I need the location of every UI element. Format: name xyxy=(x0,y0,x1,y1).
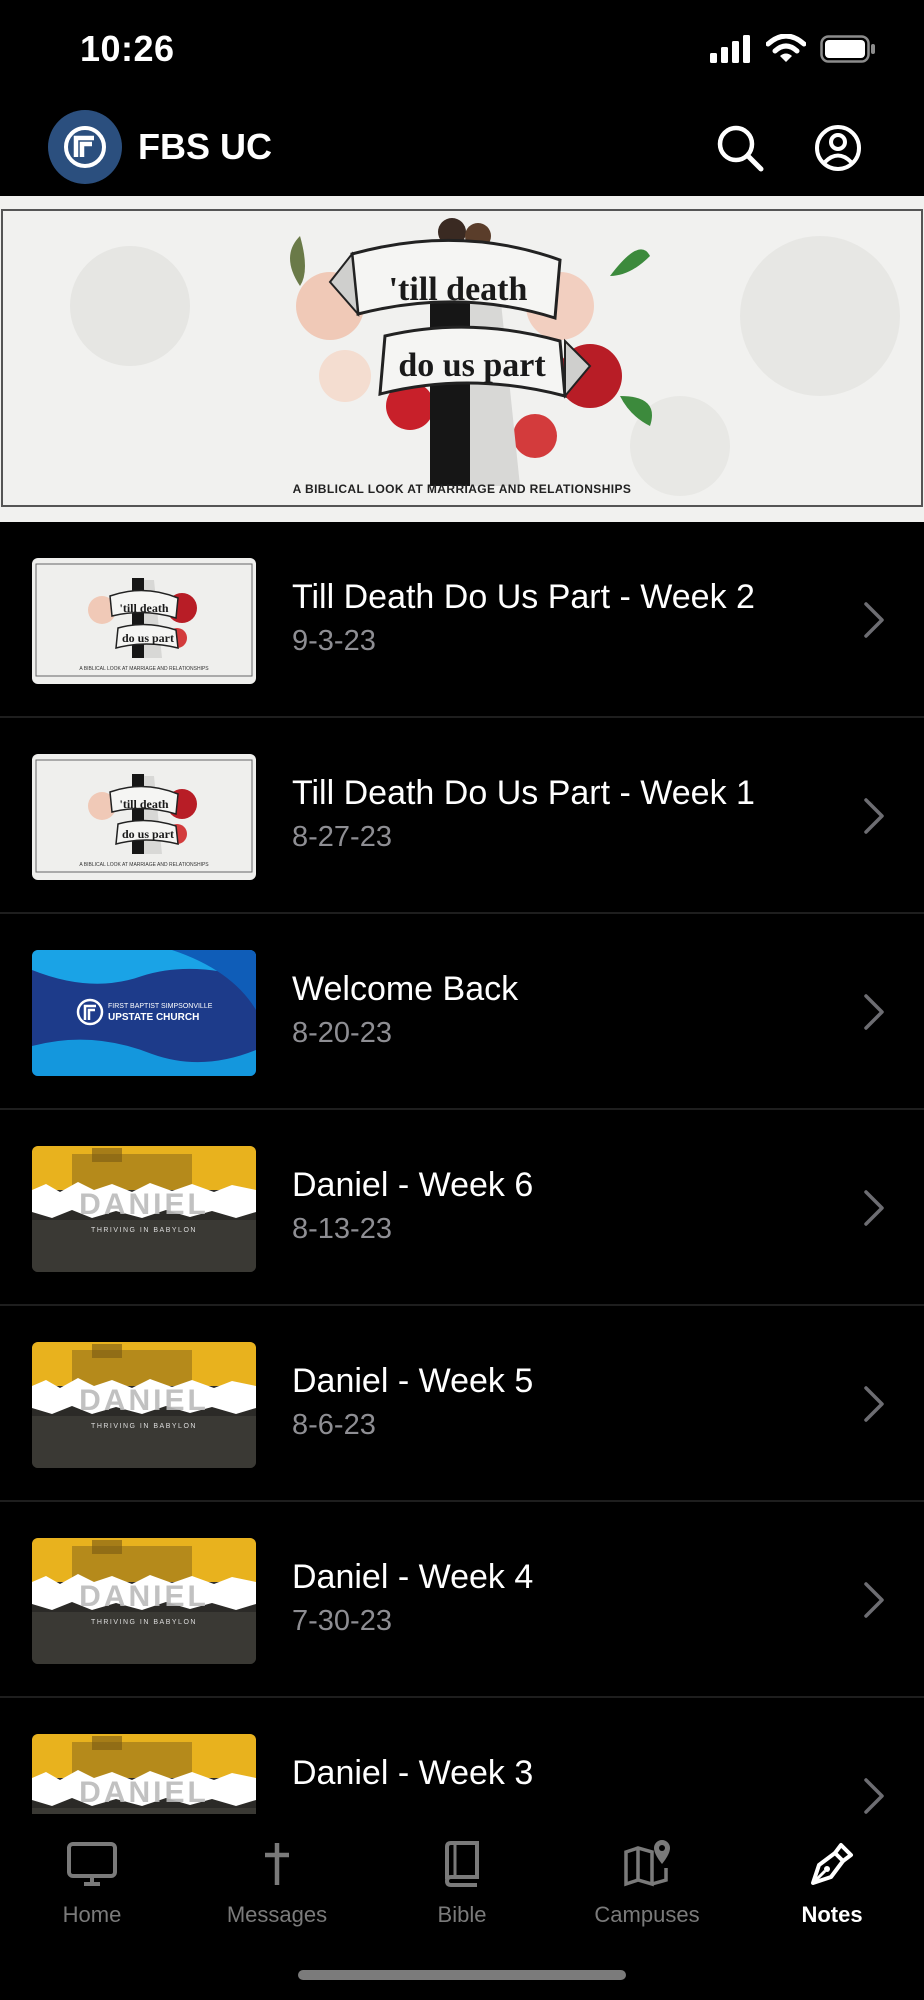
thumb-daniel-title: DANIEL xyxy=(79,1188,209,1221)
map-icon xyxy=(624,1840,670,1887)
chevron-right-icon xyxy=(864,1190,884,1226)
thumb-daniel-title: DANIEL xyxy=(79,1776,209,1809)
chevron-right-icon xyxy=(864,994,884,1030)
tab-home[interactable]: Home xyxy=(0,1834,184,1954)
tab-bar: Home Messages Bible Campuses Notes xyxy=(0,1814,924,2000)
thumb-welcome-line1: FIRST BAPTIST SIMPSONVILLE xyxy=(108,1003,213,1010)
chevron-right-icon xyxy=(864,1778,884,1814)
message-list-item[interactable]: 'till death do us part A BIBLICAL LOOK A… xyxy=(0,718,924,914)
message-list-item[interactable]: 'till death do us part A BIBLICAL LOOK A… xyxy=(0,522,924,718)
hero-title-line1: 'till death xyxy=(389,271,528,308)
message-thumbnail: 'till death do us part A BIBLICAL LOOK A… xyxy=(32,558,256,684)
thumb-welcome-line2: UPSTATE CHURCH xyxy=(108,1012,199,1023)
status-bar: 10:26 xyxy=(0,0,924,100)
pen-icon xyxy=(811,1843,853,1885)
thumb-title-line2: do us part xyxy=(122,827,174,841)
message-date: 8-6-23 xyxy=(292,1409,376,1441)
message-thumbnail: DANIEL THRIVING IN BABYLON xyxy=(32,1734,256,1814)
message-title: Daniel - Week 6 xyxy=(292,1166,534,1204)
thumb-daniel-subtitle: THRIVING IN BABYLON xyxy=(91,1423,197,1430)
search-button[interactable] xyxy=(712,120,768,176)
tab-label-messages: Messages xyxy=(226,1902,328,1927)
message-thumbnail: DANIEL THRIVING IN BABYLON xyxy=(32,1146,256,1272)
message-title: Daniel - Week 3 xyxy=(292,1754,534,1792)
message-title: Till Death Do Us Part - Week 2 xyxy=(292,578,755,616)
message-date: 8-20-23 xyxy=(292,1017,392,1049)
message-date: 7-30-23 xyxy=(292,1605,392,1637)
message-title: Daniel - Week 4 xyxy=(292,1558,534,1596)
message-list-item[interactable]: DANIEL THRIVING IN BABYLON Daniel - Week… xyxy=(0,1698,924,1814)
tab-bible[interactable]: Bible xyxy=(370,1834,554,1954)
wifi-icon xyxy=(766,34,806,62)
message-thumbnail: FIRST BAPTIST SIMPSONVILLE UPSTATE CHURC… xyxy=(32,950,256,1076)
thumb-daniel-title: DANIEL xyxy=(79,1580,209,1613)
tab-label-home: Home xyxy=(62,1902,122,1927)
message-title: Daniel - Week 5 xyxy=(292,1362,534,1400)
thumb-caption: A BIBLICAL LOOK AT MARRIAGE AND RELATION… xyxy=(79,666,209,672)
book-icon xyxy=(444,1841,479,1887)
thumb-caption: A BIBLICAL LOOK AT MARRIAGE AND RELATION… xyxy=(79,862,209,868)
thumb-title-line1: 'till death xyxy=(119,797,168,811)
message-date: 8-27-23 xyxy=(292,821,392,853)
battery-icon xyxy=(820,35,875,63)
tab-campuses[interactable]: Campuses xyxy=(555,1834,739,1954)
thumb-daniel-title: DANIEL xyxy=(79,1384,209,1417)
message-thumbnail: DANIEL THRIVING IN BABYLON xyxy=(32,1342,256,1468)
tab-label-campuses: Campuses xyxy=(594,1902,700,1927)
profile-button[interactable] xyxy=(810,120,866,176)
chevron-right-icon xyxy=(864,1582,884,1618)
search-icon xyxy=(717,125,764,172)
tab-messages[interactable]: Messages xyxy=(185,1834,369,1954)
message-list-item[interactable]: FIRST BAPTIST SIMPSONVILLE UPSTATE CHURC… xyxy=(0,914,924,1110)
thumb-title-line1: 'till death xyxy=(119,601,168,615)
message-thumbnail: 'till death do us part A BIBLICAL LOOK A… xyxy=(32,754,256,880)
message-title: Welcome Back xyxy=(292,970,519,1008)
thumb-daniel-subtitle: THRIVING IN BABYLON xyxy=(91,1227,197,1234)
message-date: 8-13-23 xyxy=(292,1213,392,1245)
thumb-daniel-subtitle: THRIVING IN BABYLON xyxy=(91,1619,197,1626)
thumb-title-line2: do us part xyxy=(122,631,174,645)
home-indicator xyxy=(298,1970,626,1980)
chevron-right-icon xyxy=(864,798,884,834)
app-title: FBS UC xyxy=(138,126,272,167)
signal-icon xyxy=(710,35,750,63)
hero-artwork: 'till death do us part xyxy=(1,209,923,507)
chevron-right-icon xyxy=(864,1386,884,1422)
status-icons xyxy=(710,34,876,64)
message-date: 9-3-23 xyxy=(292,625,376,657)
logo-icon[interactable] xyxy=(48,110,122,184)
message-list[interactable]: 'till death do us part A BIBLICAL LOOK A… xyxy=(0,522,924,1814)
chevron-right-icon xyxy=(864,602,884,638)
app-header: FBS UC xyxy=(0,100,924,196)
profile-icon xyxy=(815,125,861,171)
message-list-item[interactable]: DANIEL THRIVING IN BABYLON Daniel - Week… xyxy=(0,1110,924,1306)
tab-label-bible: Bible xyxy=(437,1902,487,1927)
message-list-item[interactable]: DANIEL THRIVING IN BABYLON Daniel - Week… xyxy=(0,1306,924,1502)
hero-title-line2: do us part xyxy=(398,347,546,384)
message-thumbnail: DANIEL THRIVING IN BABYLON xyxy=(32,1538,256,1664)
message-title: Till Death Do Us Part - Week 1 xyxy=(292,774,755,812)
status-time: 10:26 xyxy=(80,28,175,69)
message-list-item[interactable]: DANIEL THRIVING IN BABYLON Daniel - Week… xyxy=(0,1502,924,1698)
series-hero-banner[interactable]: 'till death do us part A BIBLICAL LOOK A… xyxy=(0,196,924,522)
cross-icon xyxy=(265,1843,289,1885)
tab-label-notes: Notes xyxy=(801,1902,863,1927)
tab-notes[interactable]: Notes xyxy=(740,1834,924,1954)
tv-icon xyxy=(67,1842,117,1886)
hero-subtitle: A BIBLICAL LOOK AT MARRIAGE AND RELATION… xyxy=(292,482,632,496)
